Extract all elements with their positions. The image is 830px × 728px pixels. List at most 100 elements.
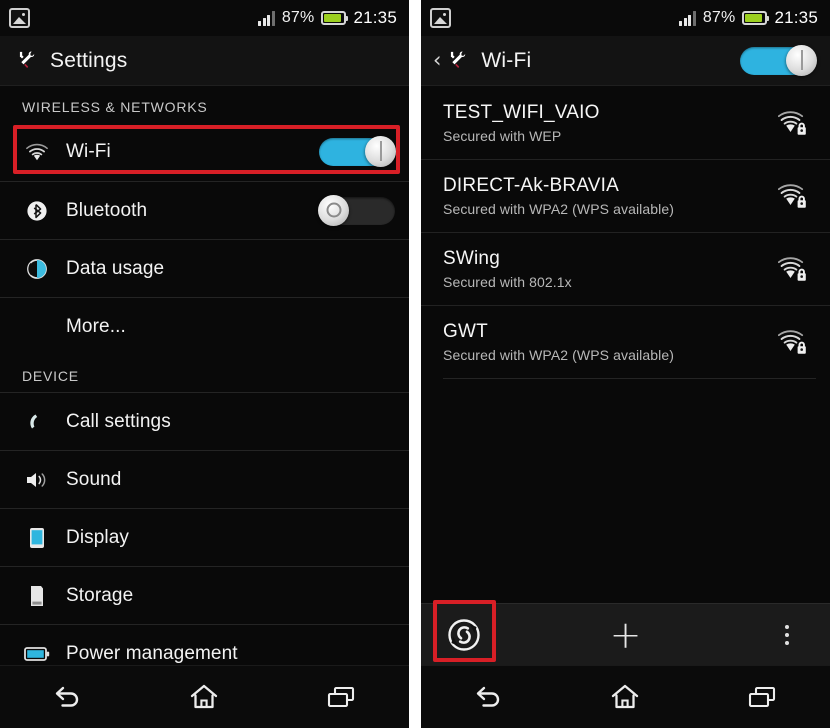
sidebar-item-call-settings[interactable]: Call settings [0, 392, 409, 450]
wireless-networks-list: Wi-Fi Bluetooth Data usage More... [0, 123, 409, 355]
settings-tools-icon [12, 48, 40, 74]
battery-percent-label: 87% [702, 9, 736, 26]
signal-bars-icon [258, 10, 275, 26]
network-text: SWing Secured with 802.1x [443, 248, 572, 290]
wifi-toggle-switch[interactable] [740, 44, 817, 76]
network-text: GWT Secured with WPA2 (WPS available) [443, 321, 674, 363]
network-ssid: GWT [443, 321, 488, 342]
nav-recents-button[interactable] [694, 666, 830, 728]
wps-icon [448, 618, 480, 651]
list-item[interactable]: TEST_WIFI_VAIO Secured with WEP [421, 86, 830, 159]
nav-back-button[interactable] [421, 666, 557, 728]
speaker-icon-svg [27, 472, 46, 487]
overflow-menu-button[interactable] [744, 604, 830, 665]
network-ssid: DIRECT-Ak-BRAVIA [443, 175, 619, 196]
network-security: Secured with WEP [443, 127, 562, 144]
wifi-signal-lock-icon-svg [777, 330, 806, 354]
toggle-knob [365, 136, 396, 167]
battery-icon [321, 11, 349, 25]
list-item[interactable]: GWT Secured with WPA2 (WPS available) [421, 305, 830, 378]
wifi-action-bar: ‹ Wi-Fi [421, 36, 830, 86]
sidebar-item-label: More... [66, 315, 126, 337]
back-icon [476, 686, 500, 707]
data-usage-icon-svg [27, 258, 47, 279]
battery-percent-label: 87% [281, 9, 315, 26]
page-title: Wi-Fi [481, 48, 532, 72]
nav-back-button[interactable] [0, 666, 136, 728]
status-bar-notifications [430, 8, 451, 28]
wifi-icon-svg [26, 143, 48, 160]
battery-icon [22, 641, 52, 667]
nav-home-button[interactable] [136, 666, 272, 728]
status-bar-system: 87% 21:35 [679, 8, 818, 28]
display-icon [22, 525, 52, 551]
status-bar-clock: 21:35 [774, 8, 818, 27]
status-bar-clock: 21:35 [353, 8, 397, 27]
settings-tools-icon-svg [451, 50, 466, 68]
signal-bars-icon [679, 10, 696, 26]
sidebar-item-bluetooth[interactable]: Bluetooth [0, 181, 409, 239]
plus-icon: + [609, 612, 642, 657]
sidebar-item-data-usage[interactable]: Data usage [0, 239, 409, 297]
sidebar-item-display[interactable]: Display [0, 508, 409, 566]
settings-tools-icon-svg [19, 50, 35, 68]
sidebar-item-label: Wi-Fi [66, 141, 111, 162]
overflow-menu-icon [785, 624, 789, 645]
recents-icon [748, 686, 775, 708]
list-item[interactable]: DIRECT-Ak-BRAVIA Secured with WPA2 (WPS … [421, 159, 830, 232]
wifi-signal-lock-icon-svg [777, 257, 806, 281]
list-item[interactable]: SWing Secured with 802.1x [421, 232, 830, 305]
network-text: DIRECT-Ak-BRAVIA Secured with WPA2 (WPS … [443, 175, 674, 217]
sidebar-item-label: Bluetooth [66, 199, 148, 221]
wifi-signal-lock-icon-svg [777, 110, 806, 135]
status-bar-system: 87% 21:35 [258, 8, 397, 28]
wifi-signal-lock-icon-svg [777, 184, 806, 208]
network-ssid: SWing [443, 248, 500, 269]
wifi-icon [22, 139, 52, 165]
dual-screenshot-container: 87% 21:35 Settings WIRELESS & NETWORKS W… [0, 0, 830, 728]
wifi-bottom-action-bar: + [421, 603, 830, 665]
nav-home-button[interactable] [557, 666, 693, 728]
network-ssid: TEST_WIFI_VAIO [443, 101, 600, 123]
wifi-network-list: TEST_WIFI_VAIO Secured with WEP DIRECT-A… [421, 86, 830, 379]
status-bar-left: 87% 21:35 [0, 0, 409, 36]
status-bar-notifications [9, 8, 30, 28]
nav-recents-button[interactable] [273, 666, 409, 728]
navigation-bar-left [0, 665, 409, 728]
wifi-signal-lock-icon [777, 254, 812, 284]
back-chevron-icon[interactable]: ‹ [433, 50, 441, 71]
wifi-signal-lock-icon [777, 181, 812, 211]
sidebar-item-more[interactable]: More... [0, 297, 409, 355]
storage-icon [22, 583, 52, 609]
bluetooth-toggle-switch[interactable] [318, 194, 395, 226]
sidebar-item-storage[interactable]: Storage [0, 566, 409, 624]
phone-icon [22, 409, 52, 435]
device-list: Call settings Sound Display Storage Powe… [0, 392, 409, 683]
data-usage-icon [22, 256, 52, 282]
network-security: Secured with WPA2 (WPS available) [443, 347, 675, 363]
bluetooth-icon-svg [27, 200, 47, 221]
battery-icon-svg [24, 646, 50, 661]
sidebar-item-label: Display [66, 526, 129, 548]
home-icon [612, 684, 639, 709]
toggle-knob [786, 44, 817, 76]
network-security: Secured with 802.1x [443, 274, 572, 290]
recents-icon [327, 686, 354, 708]
sidebar-item-sound[interactable]: Sound [0, 450, 409, 508]
wifi-signal-lock-icon [777, 327, 812, 357]
phone-icon-svg [30, 414, 38, 428]
home-icon [191, 684, 218, 709]
wifi-toggle-switch[interactable] [319, 136, 396, 167]
add-network-button[interactable]: + [507, 604, 744, 665]
battery-icon [742, 11, 770, 25]
navigation-bar-right [421, 665, 830, 728]
sidebar-item-wifi[interactable]: Wi-Fi [0, 123, 409, 181]
toggle-knob [318, 194, 349, 226]
wps-button[interactable] [421, 604, 507, 665]
back-icon [55, 686, 79, 707]
gallery-icon [9, 8, 30, 28]
sidebar-item-label: Storage [66, 584, 134, 606]
sidebar-item-label: Call settings [66, 410, 171, 432]
display-icon-svg [30, 527, 44, 548]
sidebar-item-label: Sound [66, 468, 122, 490]
